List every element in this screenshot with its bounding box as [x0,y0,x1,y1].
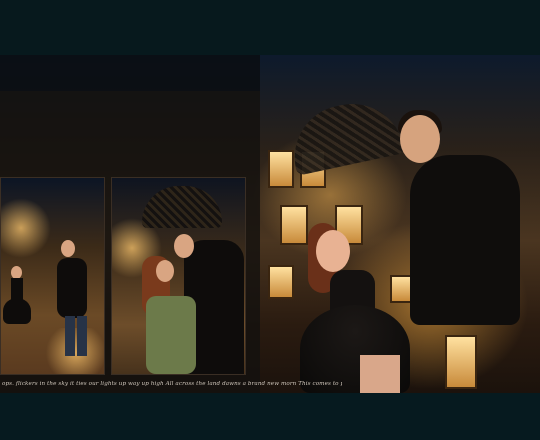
woman-dress [3,298,31,324]
lace-umbrella [284,94,406,176]
inset-photo-right [111,177,246,375]
green-jacket [146,296,196,374]
man-figure [410,155,520,325]
man-face [61,240,75,257]
building-window [268,265,294,299]
photo-spread: ops. flickers in the sky it ties our lig… [0,55,540,393]
lace-umbrella [142,186,222,228]
building-window [268,150,294,188]
woman-legs [360,355,400,393]
photo-caption: ops. flickers in the sky it ties our lig… [2,381,342,387]
man-figure [57,258,87,318]
inset-photo-left [0,177,105,375]
woman-figure [11,278,23,300]
man-face [400,115,440,163]
man-face [174,234,194,258]
building-window [445,335,477,389]
light-glow [1,198,51,258]
building-window [280,205,308,245]
man-legs [77,316,87,356]
woman-face [316,230,350,272]
bottom-border [0,393,540,440]
woman-face [156,260,174,282]
top-border [0,0,540,55]
man-legs [65,316,75,356]
top-shade [0,55,260,91]
